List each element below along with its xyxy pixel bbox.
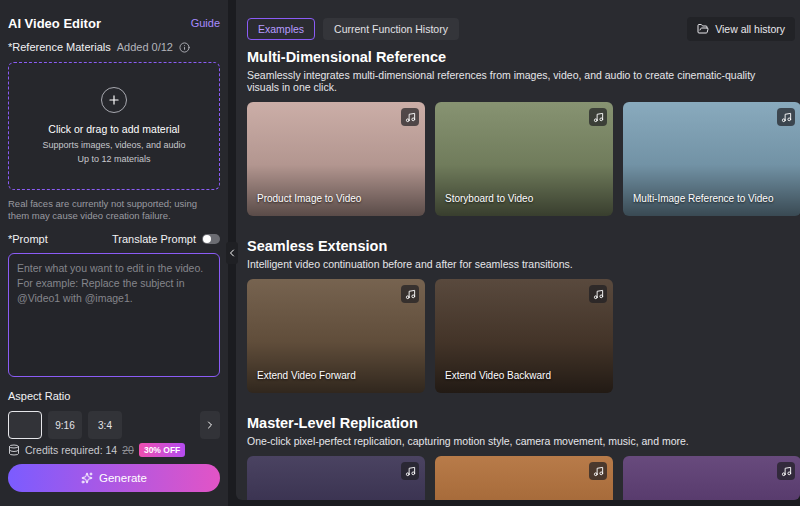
card-row: Extend Video Forward Extend Video Backwar… (247, 279, 795, 393)
reference-label: *Reference Materials (8, 41, 111, 53)
example-section: Multi-Dimensional Reference Seamlessly in… (247, 49, 795, 216)
discount-badge: 30% OFF (139, 443, 185, 457)
credits-label: Credits required: 14 (25, 444, 117, 456)
panel-toolbar: Examples Current Function History View all… (247, 18, 795, 40)
generate-label: Generate (99, 472, 147, 484)
plus-button[interactable] (101, 87, 127, 113)
reference-count: Added 0/12 (117, 41, 173, 53)
aspect-option[interactable]: 3:4 (88, 411, 122, 439)
music-note-icon (405, 289, 416, 300)
music-note-icon (593, 289, 604, 300)
music-note-icon (781, 466, 792, 477)
card-label: Extend Video Backward (445, 370, 551, 381)
example-card[interactable]: Multi-Image Reference to Video (623, 102, 800, 216)
music-note-icon (405, 466, 416, 477)
audio-badge (777, 462, 795, 480)
reference-label-group: *Reference Materials Added 0/12 (8, 41, 190, 53)
section-title: Master-Level Replication (247, 415, 795, 431)
card-label: Product Image to Video (257, 193, 361, 204)
audio-badge (589, 285, 607, 303)
chevron-right-icon (204, 419, 216, 431)
section-title: Seamless Extension (247, 238, 795, 254)
music-note-icon (781, 112, 792, 123)
sidebar-title: AI Video Editor (8, 16, 101, 31)
guide-link[interactable]: Guide (191, 17, 220, 29)
view-history-button[interactable]: View all history (687, 17, 795, 41)
card-label: Extend Video Forward (257, 370, 356, 381)
dropzone-hint: Supports images, videos, and audio (42, 139, 185, 151)
example-card[interactable]: Product Image to Video (247, 102, 425, 216)
aspect-label-row: Aspect Ratio (8, 389, 220, 403)
audio-badge (589, 108, 607, 126)
generate-button[interactable]: Generate (8, 464, 220, 492)
credits-original: 20 (122, 444, 134, 456)
app: AI Video EditorGuide*Reference Materials… (0, 0, 800, 506)
translate-toggle[interactable]: Translate Prompt (112, 233, 220, 245)
audio-badge (401, 285, 419, 303)
audio-badge (401, 462, 419, 480)
music-note-icon (593, 112, 604, 123)
toggle-track[interactable] (202, 234, 220, 244)
music-note-icon (593, 466, 604, 477)
info-icon[interactable] (179, 42, 190, 53)
plus-icon (107, 93, 121, 107)
aspect-next-button[interactable] (200, 411, 220, 439)
aspect-label: Aspect Ratio (8, 390, 70, 402)
upload-dropzone[interactable]: Click or drag to add material Supports im… (8, 62, 220, 190)
audio-badge (589, 462, 607, 480)
sidebar: AI Video EditorGuide*Reference Materials… (0, 0, 228, 506)
prompt-row: *Prompt Translate Prompt (8, 232, 220, 246)
translate-label: Translate Prompt (112, 233, 196, 245)
section-description: One-click pixel-perfect replication, cap… (247, 435, 795, 447)
card-label: Multi-Image Reference to Video (633, 193, 773, 204)
example-section: Master-Level Replication One-click pixel-… (247, 415, 795, 500)
chevron-left-icon (226, 247, 238, 259)
music-note-icon (405, 112, 416, 123)
aspect-option[interactable] (8, 411, 42, 439)
example-card[interactable] (247, 456, 425, 500)
example-section: Seamless Extension Intelligent video cont… (247, 238, 795, 393)
credits-row: Credits required: 14 20 30% OFF (8, 443, 220, 457)
panel-tab[interactable]: Examples (247, 18, 315, 40)
card-row (247, 456, 795, 500)
prompt-label: *Prompt (8, 233, 48, 245)
sparkle-icon (81, 472, 93, 484)
aspect-options: 9:163:4 (8, 409, 220, 439)
aspect-option[interactable]: 9:16 (48, 411, 82, 439)
reference-row: *Reference Materials Added 0/12 (8, 40, 220, 54)
coins-icon (8, 444, 20, 456)
sidebar-footer: Credits required: 14 20 30% OFF Generate (8, 443, 220, 492)
dropzone-hint: Up to 12 materials (77, 153, 150, 165)
audio-badge (401, 108, 419, 126)
dropzone-title: Click or drag to add material (48, 123, 179, 135)
prompt-input[interactable] (8, 253, 220, 377)
section-description: Intelligent video continuation before an… (247, 258, 795, 270)
sidebar-header: AI Video Editor Guide (8, 14, 220, 32)
section-description: Seamlessly integrates multi-dimensional … (247, 69, 795, 93)
collapse-button[interactable] (226, 242, 238, 264)
example-card[interactable]: Extend Video Backward (435, 279, 613, 393)
card-label: Storyboard to Video (445, 193, 533, 204)
example-card[interactable]: Extend Video Forward (247, 279, 425, 393)
section-title: Multi-Dimensional Reference (247, 49, 795, 65)
audio-badge (777, 108, 795, 126)
example-card[interactable]: Storyboard to Video (435, 102, 613, 216)
view-history-label: View all history (715, 23, 785, 35)
panel-tab[interactable]: Current Function History (323, 18, 459, 40)
toggle-knob (203, 235, 211, 243)
example-card[interactable] (623, 456, 800, 500)
card-row: Product Image to Video Storyboard to Vide… (247, 102, 795, 216)
example-card[interactable] (435, 456, 613, 500)
face-warning: Real faces are currently not supported; … (8, 198, 220, 222)
examples-panel: Examples Current Function History View all… (236, 0, 800, 500)
folder-icon (697, 23, 709, 35)
